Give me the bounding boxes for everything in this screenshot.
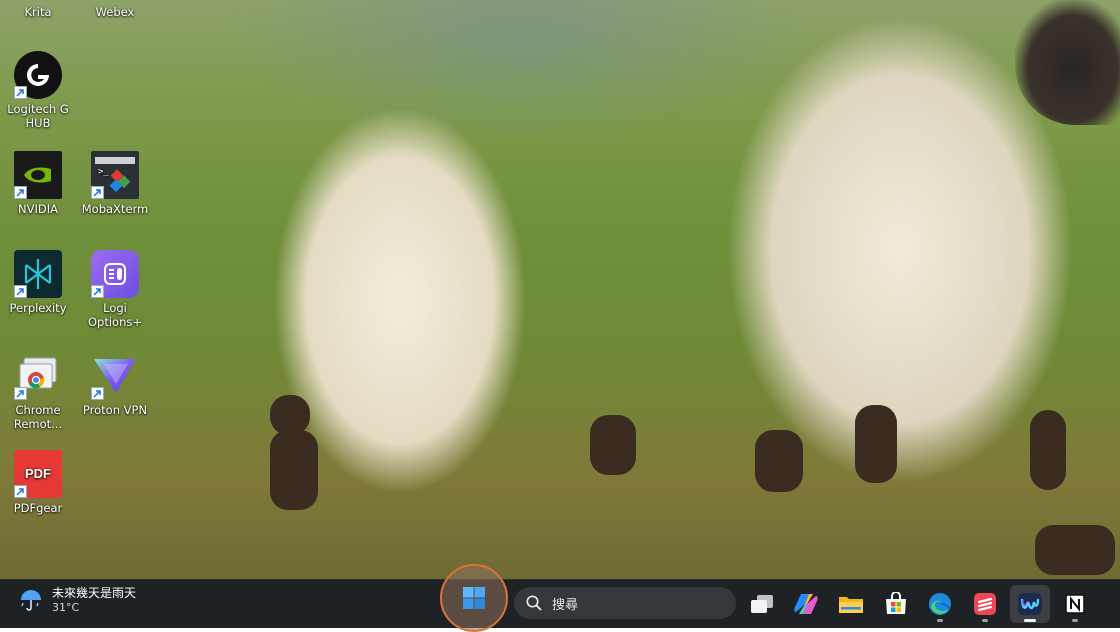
desktop-icon-proton-vpn[interactable]: Proton VPN [78, 352, 152, 417]
svg-text:>_: >_ [98, 167, 109, 177]
sheep-leg [1035, 525, 1115, 575]
sheep-leg [1030, 410, 1066, 490]
store-icon [886, 592, 906, 614]
desktop-icon-logitech-g-hub[interactable]: Logitech G HUB [1, 51, 75, 130]
running-indicator [937, 619, 943, 622]
pdfgear-icon: PDF [14, 450, 62, 498]
desktop-icon-label: PDFgear [13, 501, 63, 515]
taskbar-app-webex[interactable] [1010, 585, 1050, 623]
shortcut-arrow-icon [14, 285, 27, 298]
taskbar-app-notion[interactable] [1055, 585, 1095, 623]
krita-icon [14, 0, 62, 2]
running-indicator [1072, 619, 1078, 622]
desktop-icon-krita[interactable]: Krita [1, 0, 75, 19]
taskbar-app-microsoft-store[interactable] [876, 585, 916, 623]
perplexity-icon [14, 250, 62, 298]
taskbar-app-edge[interactable] [920, 585, 960, 623]
pdf-icon-text: PDF [25, 466, 51, 481]
taskbar-app-copilot[interactable] [786, 585, 826, 623]
shortcut-arrow-icon [14, 186, 27, 199]
mobaxterm-icon: >_ [91, 151, 139, 199]
webex-icon [1018, 593, 1042, 615]
weather-temperature: 31°C [52, 601, 80, 614]
desktop-icon-label: Krita [24, 5, 52, 19]
red-app-icon [974, 593, 996, 615]
logitech-g-icon [14, 51, 62, 99]
notion-icon [1065, 594, 1085, 614]
umbrella-rain-icon [21, 590, 41, 611]
desktop-icon-logi-options[interactable]: Logi Options+ [78, 250, 152, 329]
desktop-icon-label: NVIDIA [18, 202, 58, 216]
sheep-leg [855, 405, 897, 483]
search-icon [526, 595, 542, 611]
running-indicator [1024, 619, 1036, 622]
taskbar-app-task-view[interactable] [742, 585, 782, 623]
shortcut-arrow-icon [14, 485, 27, 498]
desktop-icon-label: Logitech G HUB [7, 102, 69, 130]
webex-icon [91, 0, 139, 2]
taskbar-app-red[interactable] [965, 585, 1005, 623]
sheep-ear [270, 430, 318, 510]
logi-options-icon [91, 250, 139, 298]
shortcut-arrow-icon [91, 285, 104, 298]
search-placeholder: 搜尋 [552, 597, 579, 613]
shortcut-arrow-icon [91, 387, 104, 400]
copilot-icon [794, 594, 818, 614]
desktop-icon-webex[interactable]: Webex [78, 0, 152, 19]
task-view-icon [751, 595, 773, 613]
taskbar: 未來幾天是雨天 31°C 搜尋 [0, 564, 1120, 632]
running-indicator [982, 619, 988, 622]
folder-icon [839, 597, 863, 613]
shortcut-arrow-icon [14, 86, 27, 99]
desktop-icon-label: MobaXterm [81, 202, 149, 216]
desktop-wallpaper: Krita Webex Logitech G HUB NVIDIA >_ Mob… [0, 0, 1120, 579]
sheep-face [1015, 0, 1120, 125]
chrome-remote-desktop-icon [14, 352, 62, 400]
desktop-icon-mobaxterm[interactable]: >_ MobaXterm [78, 151, 152, 216]
weather-text-block: 未來幾天是雨天 31°C [52, 586, 136, 614]
weather-widget[interactable]: 未來幾天是雨天 31°C [18, 586, 136, 614]
desktop-icon-chrome-remote-desktop[interactable]: Chrome Remot... [1, 352, 75, 431]
sheep-ear [270, 395, 310, 435]
nvidia-icon [14, 151, 62, 199]
weather-description: 未來幾天是雨天 [52, 586, 137, 600]
taskbar-search[interactable]: 搜尋 [514, 587, 736, 619]
desktop-icon-label: Proton VPN [82, 403, 148, 417]
desktop-icon-label: Webex [95, 5, 135, 19]
desktop-icon-nvidia[interactable]: NVIDIA [1, 151, 75, 216]
desktop-icon-label: Chrome Remot... [13, 403, 63, 431]
proton-vpn-icon [91, 352, 139, 400]
sheep-ear [590, 415, 636, 475]
edge-icon [929, 593, 951, 615]
shortcut-arrow-icon [14, 387, 27, 400]
desktop-icon-perplexity[interactable]: Perplexity [1, 250, 75, 315]
desktop-icon-label: Logi Options+ [87, 301, 142, 329]
taskbar-app-file-explorer[interactable] [831, 585, 871, 623]
desktop-icon-label: Perplexity [9, 301, 67, 315]
shortcut-arrow-icon [91, 186, 104, 199]
sheep-leg [755, 430, 803, 492]
start-button[interactable] [440, 564, 508, 632]
desktop-icon-pdfgear[interactable]: PDF PDFgear [1, 450, 75, 515]
windows-logo-icon [463, 587, 485, 609]
